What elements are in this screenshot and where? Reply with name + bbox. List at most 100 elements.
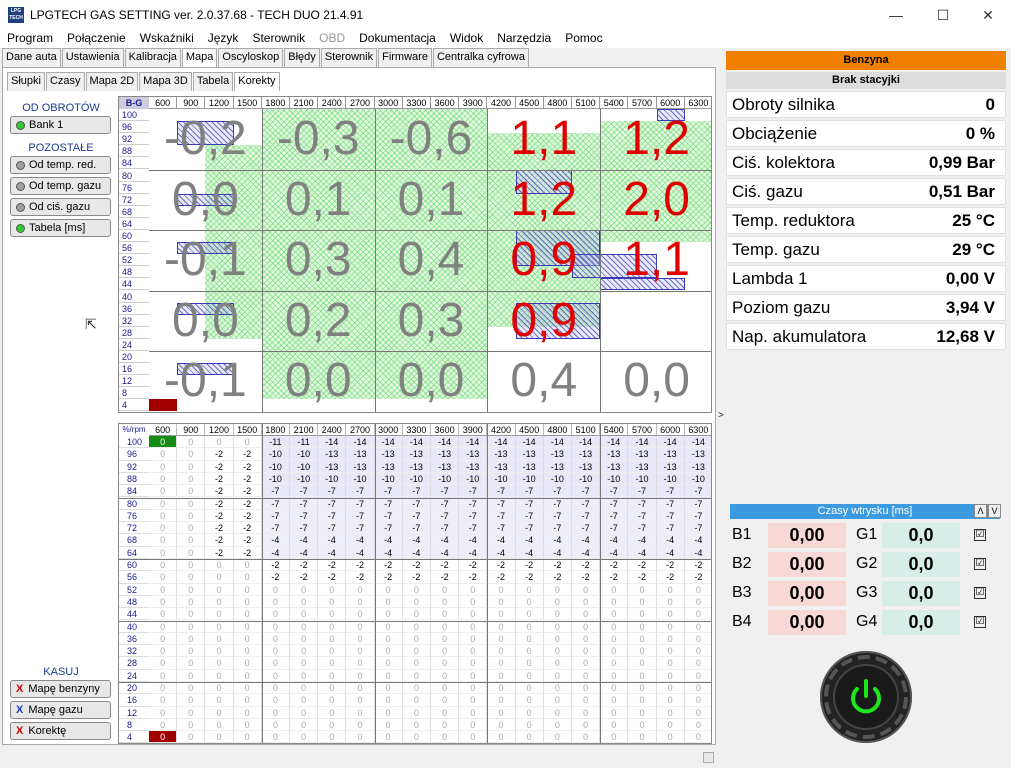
table-cell[interactable]: -2 — [600, 559, 629, 572]
table-cell[interactable]: 0 — [261, 645, 290, 658]
table-cell[interactable]: -4 — [684, 534, 711, 547]
table-cell[interactable]: -2 — [205, 522, 234, 535]
table-cell[interactable]: -7 — [487, 509, 516, 523]
table-cell[interactable]: 0 — [600, 718, 629, 732]
table-cell[interactable]: 0 — [628, 657, 657, 670]
tab-centralka-cyfrowa[interactable]: Centralka cyfrowa — [432, 48, 529, 67]
table-cell[interactable]: 0 — [374, 632, 403, 646]
table-cell[interactable]: 0 — [205, 669, 234, 682]
table-cell[interactable]: 0 — [177, 731, 206, 743]
tab-sterownik[interactable]: Sterownik — [320, 48, 378, 67]
table-cell[interactable]: 0 — [684, 645, 711, 658]
table-cell[interactable]: 0 — [261, 583, 290, 596]
table-cell[interactable]: 0 — [205, 620, 234, 633]
table-cell[interactable]: -13 — [656, 448, 685, 461]
table-cell[interactable]: -7 — [628, 522, 657, 535]
table-cell[interactable]: -14 — [402, 436, 431, 449]
table-cell[interactable]: -11 — [290, 436, 319, 449]
table-cell[interactable]: 0 — [600, 583, 629, 596]
table-cell[interactable]: -2 — [205, 485, 234, 498]
table-cell[interactable]: 0 — [515, 694, 544, 707]
table-cell[interactable]: -4 — [261, 546, 290, 559]
table-cell[interactable]: -13 — [600, 460, 629, 473]
table-cell[interactable]: -13 — [487, 460, 516, 473]
table-cell[interactable]: -7 — [431, 522, 460, 535]
table-cell[interactable]: 0 — [374, 657, 403, 670]
table-cell[interactable]: -13 — [628, 448, 657, 461]
table-cell[interactable]: 0 — [572, 682, 601, 695]
table-cell[interactable]: -10 — [290, 448, 319, 461]
table-cell[interactable]: 0 — [431, 706, 460, 719]
table-cell[interactable]: 0 — [149, 522, 178, 535]
table-cell[interactable]: 0 — [177, 460, 206, 473]
table-cell[interactable]: 0 — [431, 731, 460, 743]
table-cell[interactable]: 0 — [628, 718, 657, 732]
table-cell[interactable]: 0 — [402, 632, 431, 646]
table-cell[interactable]: 0 — [543, 595, 572, 609]
table-cell[interactable]: 0 — [374, 645, 403, 658]
table-cell[interactable]: 0 — [572, 731, 601, 743]
table-cell[interactable]: -7 — [572, 497, 601, 510]
table-cell[interactable]: 0 — [600, 682, 629, 695]
table-cell[interactable]: -7 — [487, 522, 516, 535]
table-cell[interactable]: 0 — [149, 559, 178, 572]
table-cell[interactable]: 0 — [543, 718, 572, 732]
table-cell[interactable]: 0 — [572, 718, 601, 732]
table-cell[interactable]: 0 — [149, 497, 178, 510]
table-cell[interactable]: 0 — [149, 534, 178, 547]
table-cell[interactable]: 0 — [543, 608, 572, 621]
injector-checkbox[interactable]: ☑ — [974, 616, 986, 628]
table-cell[interactable]: -7 — [684, 498, 711, 510]
menu-program[interactable]: Program — [0, 30, 60, 48]
table-cell[interactable]: 0 — [205, 436, 234, 449]
table-cell[interactable]: 0 — [628, 632, 657, 646]
table-cell[interactable]: 0 — [684, 596, 711, 609]
table-cell[interactable]: 0 — [572, 608, 601, 621]
table-cell[interactable]: -2 — [402, 571, 431, 584]
table-cell[interactable]: 0 — [572, 706, 601, 719]
table-cell[interactable]: -10 — [628, 472, 657, 486]
table-cell[interactable]: 0 — [628, 706, 657, 719]
table-cell[interactable]: 0 — [515, 620, 544, 633]
table-cell[interactable]: -7 — [600, 509, 629, 523]
table-cell[interactable]: 0 — [656, 583, 685, 596]
table-cell[interactable]: 0 — [656, 669, 685, 682]
table-cell[interactable]: 0 — [374, 608, 403, 621]
table-cell[interactable]: 0 — [290, 706, 319, 719]
table-cell[interactable]: -13 — [346, 460, 375, 473]
table-cell[interactable]: 0 — [346, 620, 375, 633]
table-cell[interactable]: -7 — [261, 509, 290, 523]
table-cell[interactable]: -13 — [374, 460, 403, 473]
table-cell[interactable]: -4 — [374, 546, 403, 559]
menu-polaczenie[interactable]: Połączenie — [60, 30, 133, 48]
table-cell[interactable]: 0 — [205, 706, 234, 719]
table-cell[interactable]: 0 — [149, 731, 178, 743]
table-cell[interactable]: 0 — [149, 583, 178, 596]
table-cell[interactable]: 0 — [572, 657, 601, 670]
table-cell[interactable]: 0 — [374, 718, 403, 732]
table-cell[interactable]: 0 — [177, 694, 206, 707]
table-cell[interactable]: -13 — [684, 461, 711, 473]
table-cell[interactable]: 0 — [459, 669, 488, 682]
kasuj-mape-benzyny-button[interactable]: X Mapę benzyny — [10, 680, 111, 698]
table-cell[interactable]: 0 — [318, 682, 347, 695]
table-cell[interactable]: -4 — [543, 546, 572, 559]
table-cell[interactable]: -4 — [318, 546, 347, 559]
table-cell[interactable]: 0 — [515, 706, 544, 719]
table-cell[interactable]: 0 — [431, 657, 460, 670]
table-cell[interactable]: 0 — [459, 718, 488, 732]
table-cell[interactable]: -7 — [261, 485, 290, 498]
table-cell[interactable]: 0 — [543, 645, 572, 658]
tab-ustawienia[interactable]: Ustawienia — [61, 48, 124, 67]
table-cell[interactable]: -14 — [515, 436, 544, 449]
table-cell[interactable]: 0 — [431, 645, 460, 658]
table-cell[interactable]: 0 — [572, 620, 601, 633]
table-cell[interactable]: 0 — [374, 731, 403, 743]
table-cell[interactable]: -11 — [261, 436, 290, 449]
bank-1-button[interactable]: Bank 1 — [10, 116, 111, 134]
table-cell[interactable]: 0 — [572, 583, 601, 596]
table-cell[interactable]: 0 — [290, 718, 319, 732]
table-cell[interactable]: 0 — [459, 706, 488, 719]
tab-firmware[interactable]: Firmware — [378, 48, 432, 67]
table-cell[interactable]: 0 — [205, 595, 234, 609]
